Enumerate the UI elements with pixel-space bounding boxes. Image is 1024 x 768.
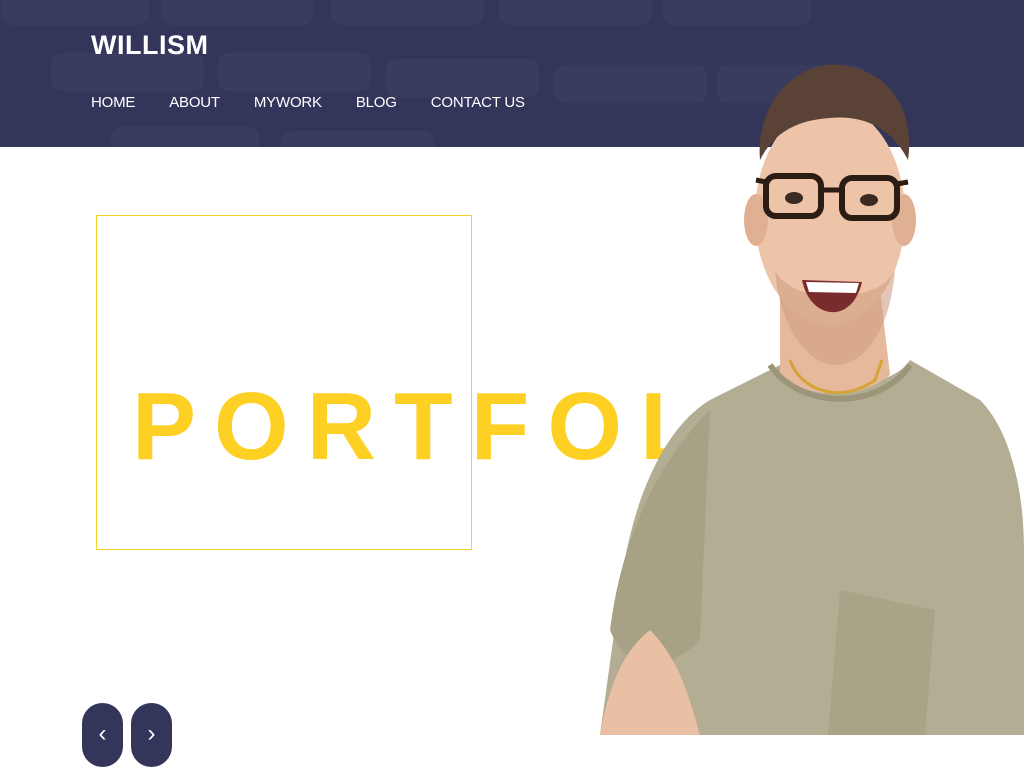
slider-prev-button[interactable]: ‹ [82, 703, 123, 767]
main-nav: HOME ABOUT MYWORK BLOG CONTACT US [91, 94, 559, 112]
nav-mywork-link[interactable]: MYWORK [254, 94, 322, 112]
chevron-right-icon: › [147, 720, 156, 747]
nav-home-link[interactable]: HOME [91, 94, 135, 112]
chevron-left-icon: ‹ [98, 720, 107, 747]
site-logo[interactable]: WILLISM [91, 30, 208, 61]
nav-blog-link[interactable]: BLOG [356, 94, 397, 112]
portrait-photo [600, 64, 1024, 735]
slider-next-button[interactable]: › [131, 703, 172, 767]
nav-contact-link[interactable]: CONTACT US [431, 94, 525, 112]
nav-about-link[interactable]: ABOUT [169, 94, 220, 112]
